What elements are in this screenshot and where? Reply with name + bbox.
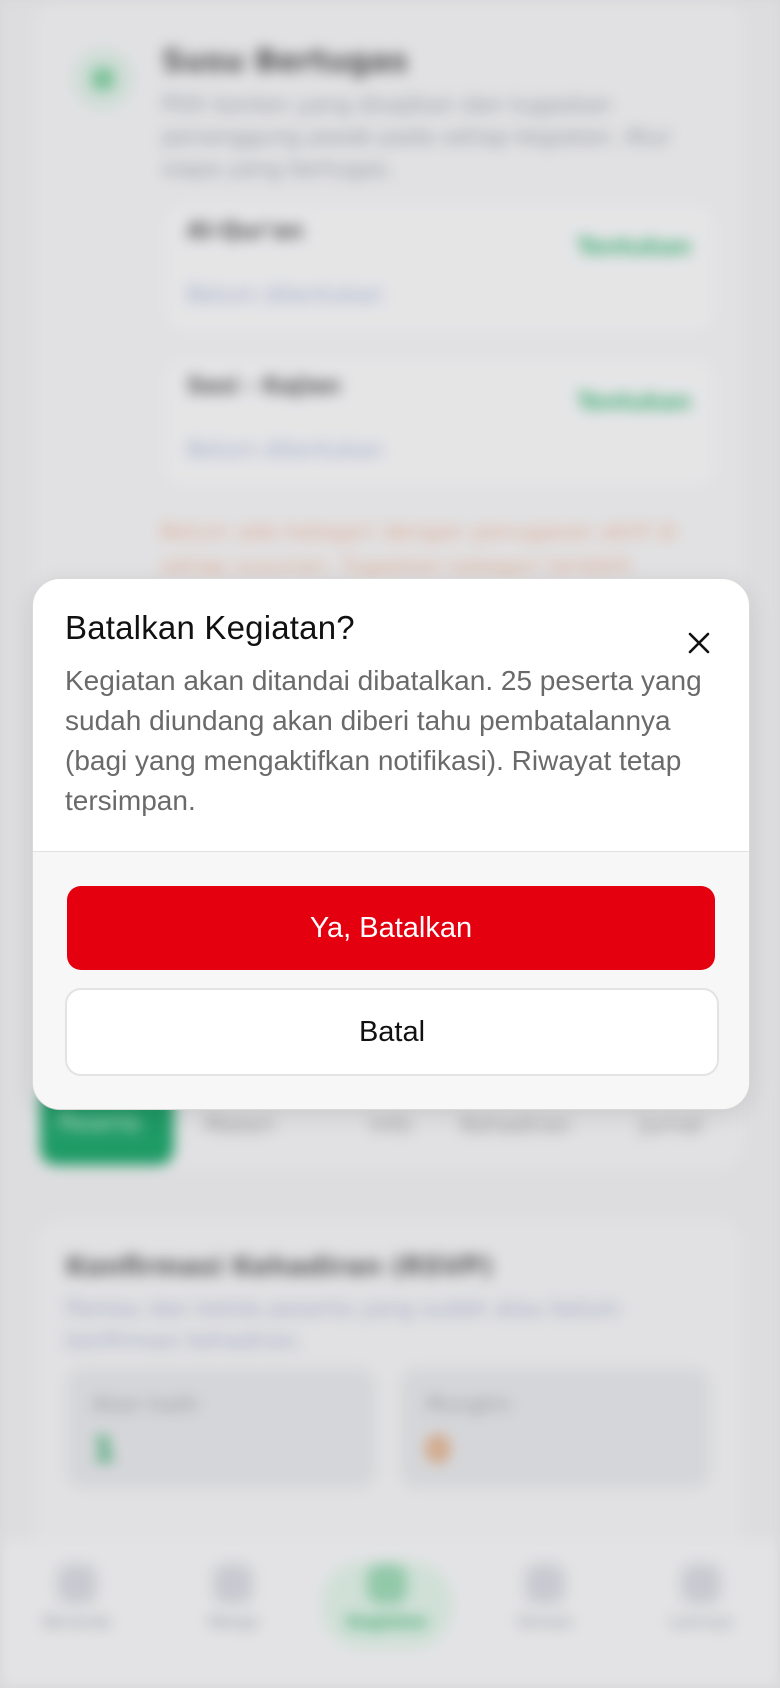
close-button[interactable] — [679, 623, 719, 663]
dialog-title: Batalkan Kegiatan? — [65, 609, 355, 646]
dismiss-button[interactable]: Batal — [65, 988, 719, 1076]
dialog-footer: Ya, Batalkan Batal — [33, 851, 749, 1109]
dialog-message: Kegiatan akan ditandai dibatalkan. 25 pe… — [65, 665, 702, 816]
cancel-event-dialog: Batalkan Kegiatan? Kegiatan akan ditanda… — [32, 578, 750, 1110]
confirm-cancel-button[interactable]: Ya, Batalkan — [67, 886, 715, 970]
close-icon — [688, 632, 710, 654]
